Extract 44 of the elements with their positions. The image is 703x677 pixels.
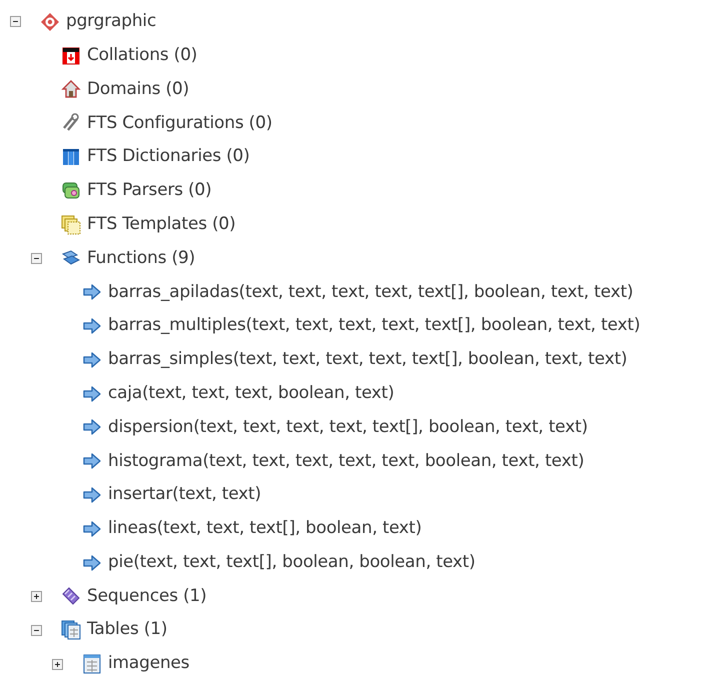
tree-item[interactable]: dispersion(text, text, text, text, text[], boolean, text, text) [108,414,588,440]
tree-item[interactable]: FTS Dictionaries (0) [87,144,250,170]
tree-item[interactable]: Collations (0) [87,42,198,68]
arrow-icon [82,350,102,370]
arrow-icon [82,518,102,539]
arrow-icon [82,485,102,506]
tree-item[interactable]: pie(text, text, text[], boolean, boolean, text) [108,550,476,576]
collapse-toggle[interactable] [31,624,42,636]
tree-item[interactable]: Domains (0) [87,76,190,102]
tree-item[interactable]: barras_simples(text, text, text, text, text[], boolean, text, text) [108,347,628,373]
parser-icon [61,180,81,201]
template-icon [61,214,81,235]
tree-item[interactable]: Functions (9) [87,246,196,272]
tree-item[interactable]: insertar(text, text) [108,482,262,508]
tree-item[interactable]: FTS Parsers (0) [87,178,212,204]
arrow-icon [82,451,102,472]
tree-item[interactable]: Tables (1) [87,617,168,643]
arrow-icon [82,417,102,438]
table-icon [82,654,102,674]
expand-toggle[interactable] [52,658,63,670]
arrow-icon [82,552,102,573]
tree-item[interactable]: barras_apiladas(text, text, text, text, text[], boolean, text, text) [108,280,634,306]
tree-item[interactable]: lineas(text, text, text[], boolean, text) [108,516,422,542]
sequences-icon [61,586,81,606]
wrench-icon [61,113,81,134]
expand-toggle[interactable] [31,590,42,602]
tree-item[interactable]: pgrgraphic [66,9,156,35]
arrow-icon [82,384,102,404]
tree-item[interactable]: imagenes [108,651,190,677]
tree-item[interactable]: FTS Configurations (0) [87,110,272,136]
tree-item[interactable]: FTS Templates (0) [87,212,236,238]
tree-item[interactable]: barras_multiples(text, text, text, text, text[], boolean, text, text) [108,313,640,339]
tree-item[interactable]: Sequences (1) [87,584,207,610]
tree-item[interactable]: histograma(text, text, text, text, text, boolean, text, text) [108,448,584,474]
tables-icon [61,620,81,640]
collapse-toggle[interactable] [10,16,21,28]
arrow-icon [82,282,102,302]
house-icon [61,79,81,100]
tree-item[interactable]: caja(text, text, text, boolean, text) [108,380,394,406]
database-icon [40,12,60,32]
collation-icon [61,46,81,66]
books-icon [61,147,81,168]
collapse-toggle[interactable] [31,252,42,264]
arrow-icon [82,316,102,336]
